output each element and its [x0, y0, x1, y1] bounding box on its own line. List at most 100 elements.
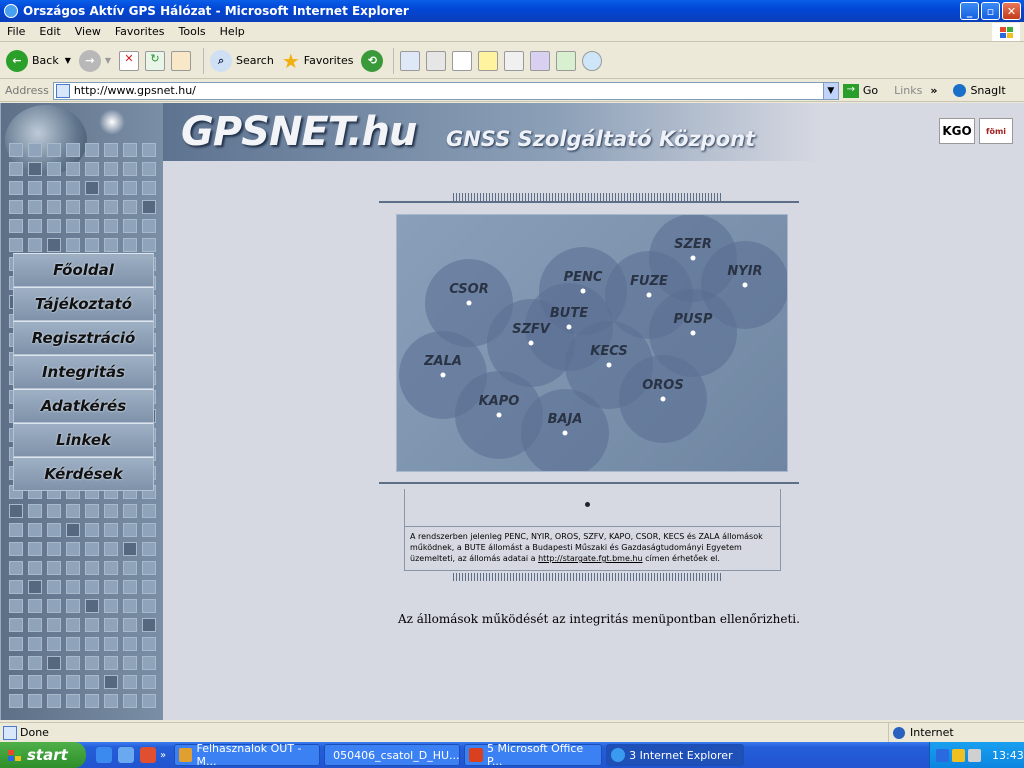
tile	[123, 580, 137, 594]
minimize-button[interactable]: _	[960, 2, 979, 20]
edit-icon[interactable]	[452, 50, 473, 71]
menu-tools[interactable]: Tools	[172, 25, 213, 38]
menu-favorites[interactable]: Favorites	[108, 25, 172, 38]
contacts-icon[interactable]	[582, 50, 603, 71]
nav-item-fooldal[interactable]: Főoldal	[13, 253, 154, 287]
menu-edit[interactable]: Edit	[32, 25, 67, 38]
tile	[28, 675, 42, 689]
powerpoint-icon	[469, 748, 484, 762]
kgo-logo[interactable]: KGO	[939, 118, 975, 144]
tile	[85, 618, 99, 632]
tile	[85, 656, 99, 670]
tile	[142, 599, 156, 613]
tile	[28, 162, 42, 176]
snagit-icon	[953, 84, 967, 97]
mail-icon[interactable]	[400, 50, 421, 71]
tile	[47, 219, 61, 233]
station-marker	[660, 396, 666, 402]
back-button[interactable]: ← Back ▼	[6, 49, 71, 72]
task-label: 5 Microsoft Office P...	[487, 742, 584, 768]
tile	[104, 542, 118, 556]
messenger-icon[interactable]	[504, 50, 525, 71]
tile	[47, 523, 61, 537]
menu-view[interactable]: View	[68, 25, 108, 38]
tile	[85, 580, 99, 594]
frame-line	[780, 489, 781, 527]
explorer-quicklaunch-icon[interactable]	[118, 747, 134, 763]
windows-flag-icon	[8, 749, 21, 761]
refresh-icon[interactable]: ↻	[145, 50, 166, 71]
close-button[interactable]: ✕	[1002, 2, 1021, 20]
task-csatol[interactable]: 050406_csatol_D_HU...	[324, 744, 461, 766]
divider	[379, 482, 799, 484]
tile	[104, 504, 118, 518]
station-label: SZER	[674, 237, 712, 252]
task-felhasznalok[interactable]: Felhasznalok OUT - M...	[174, 742, 321, 768]
station-label: KAPO	[479, 394, 520, 409]
menu-file[interactable]: File	[0, 25, 32, 38]
history-icon[interactable]: ⟲	[361, 49, 384, 72]
search-button[interactable]: ⌕ Search	[210, 49, 274, 72]
tile	[28, 656, 42, 670]
tray-icon[interactable]	[968, 748, 981, 762]
tray-icon[interactable]	[952, 748, 965, 762]
plugin-icon[interactable]	[556, 50, 577, 71]
snagit-button[interactable]: SnagIt	[953, 84, 1006, 97]
address-dropdown-icon[interactable]: ▼	[822, 82, 838, 99]
page-content: GPSNET.hu GNSS Szolgáltató Központ KGO f…	[0, 103, 1022, 720]
task-internet-explorer[interactable]: 3 Internet Explorer	[606, 744, 745, 766]
nav-item-integritas[interactable]: Integritás	[13, 355, 154, 389]
station-marker	[440, 372, 446, 378]
favorites-button[interactable]: ★ Favorites	[282, 49, 354, 73]
maximize-button[interactable]: ▫	[981, 2, 1000, 20]
fomi-logo[interactable]: fömi	[979, 118, 1013, 144]
station-map: CSOR PENC FUZE SZER NYIR BUTE SZFV PUSP ZALA KECS…	[396, 214, 788, 472]
home-icon[interactable]	[171, 50, 192, 71]
chevron-right-icon[interactable]: »	[930, 84, 937, 97]
start-button[interactable]: start	[0, 742, 86, 768]
stop-icon[interactable]: ✕	[119, 50, 140, 71]
go-button[interactable]: → Go	[842, 83, 878, 98]
sparkle-icon	[99, 109, 125, 135]
nav-item-linkek[interactable]: Linkek	[13, 423, 154, 457]
tile	[104, 675, 118, 689]
address-input[interactable]: http://www.gpsnet.hu/ ▼	[52, 81, 839, 100]
tile	[104, 618, 118, 632]
zone-label: Internet	[910, 726, 954, 739]
address-url[interactable]: http://www.gpsnet.hu/	[74, 84, 196, 97]
tile	[85, 694, 99, 708]
discuss-icon[interactable]	[478, 50, 499, 71]
nav-item-tajekoztato[interactable]: Tájékoztató	[13, 287, 154, 321]
print-icon[interactable]	[426, 50, 447, 71]
back-dropdown-icon[interactable]: ▼	[65, 56, 71, 65]
links-button[interactable]: Links	[894, 84, 922, 97]
ie-quicklaunch-icon[interactable]	[96, 747, 112, 763]
nav-item-kerdesek[interactable]: Kérdések	[13, 457, 154, 491]
forward-button[interactable]: → ▼	[78, 49, 111, 72]
tile	[47, 694, 61, 708]
tile	[123, 162, 137, 176]
station-marker	[646, 292, 652, 298]
menu-help[interactable]: Help	[213, 25, 252, 38]
tile	[66, 656, 80, 670]
tile	[47, 181, 61, 195]
task-office[interactable]: 5 Microsoft Office P...	[464, 742, 603, 768]
tile	[28, 181, 42, 195]
tray-icon[interactable]	[936, 748, 949, 762]
app-quicklaunch-icon[interactable]	[140, 747, 156, 763]
toolbar-separator	[393, 47, 395, 74]
chevron-right-icon[interactable]: »	[160, 750, 166, 761]
tile	[66, 219, 80, 233]
station-label: NYIR	[727, 264, 762, 279]
station-label: ZALA	[423, 354, 462, 369]
bme-link[interactable]: http://stargate.fgt.bme.hu	[538, 554, 643, 563]
tile	[142, 637, 156, 651]
research-icon[interactable]	[530, 50, 551, 71]
nav-item-regisztracio[interactable]: Regisztráció	[13, 321, 154, 355]
divider-grill	[453, 193, 721, 201]
task-label: Felhasznalok OUT - M...	[196, 742, 302, 768]
nav-item-adatkeres[interactable]: Adatkérés	[13, 389, 154, 423]
divider	[379, 201, 799, 203]
station-marker	[566, 324, 572, 330]
star-icon: ★	[281, 48, 300, 73]
